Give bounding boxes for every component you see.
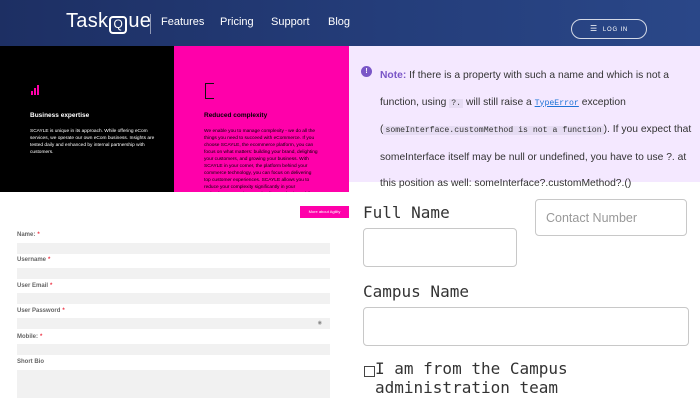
- logo-divider: [150, 14, 151, 34]
- feature-title: Reduced complexity: [204, 112, 268, 119]
- bar-chart-icon: [31, 83, 41, 95]
- feature-title: Business expertise: [30, 112, 90, 119]
- name-input[interactable]: [17, 243, 330, 254]
- logo-q-mark: Q: [109, 16, 128, 34]
- feature-description: SCAYLE is unique in its approach. While …: [30, 129, 155, 155]
- field-label-name: Name: *: [17, 232, 40, 238]
- short-bio-textarea[interactable]: [17, 370, 330, 398]
- bracket-icon: [205, 83, 214, 99]
- user-password-input[interactable]: ◉: [17, 318, 330, 329]
- feature-reduced-complexity: Reduced complexity We enable you to mana…: [174, 46, 349, 211]
- nav-blog[interactable]: Blog: [328, 16, 350, 28]
- admin-team-checkbox[interactable]: [364, 366, 375, 377]
- user-email-input[interactable]: [17, 293, 330, 304]
- field-label-user-email: User Email *: [17, 283, 53, 289]
- feature-business-expertise: Business expertise SCAYLE is unique in i…: [0, 46, 174, 192]
- login-button[interactable]: ☰ LOG IN: [571, 19, 647, 39]
- mobile-input[interactable]: [17, 344, 330, 355]
- top-navbar: Task Que Features Pricing Support Blog ☰ L…: [0, 0, 700, 46]
- nav-pricing[interactable]: Pricing: [220, 16, 254, 28]
- eye-icon[interactable]: ◉: [318, 320, 322, 326]
- admin-team-label[interactable]: I am from the Campus administration team: [375, 359, 700, 397]
- username-input[interactable]: [17, 268, 330, 279]
- full-name-input[interactable]: [363, 228, 517, 267]
- inline-code: ?.: [449, 98, 464, 108]
- nav-features[interactable]: Features: [161, 16, 204, 28]
- campus-name-input[interactable]: [363, 307, 689, 346]
- field-label-mobile: Mobile: *: [17, 334, 43, 340]
- full-name-label: Full Name: [363, 203, 450, 222]
- note-text: Note: If there is a property with such a…: [380, 70, 692, 189]
- contact-number-input[interactable]: Contact Number: [535, 199, 687, 236]
- nav-support[interactable]: Support: [271, 16, 310, 28]
- taskque-logo[interactable]: Task Que: [66, 10, 152, 34]
- inline-code: someInterface.customMethod is not a func…: [383, 126, 604, 135]
- field-label-username: Username *: [17, 257, 51, 263]
- login-label: LOG IN: [602, 27, 629, 33]
- login-icon: ☰: [589, 24, 598, 33]
- logo-text-end: ue: [128, 10, 152, 32]
- field-label-short-bio: Short Bio: [17, 359, 44, 365]
- more-about-agility-button[interactable]: More about Agility: [300, 206, 349, 218]
- campus-name-label: Campus Name: [363, 282, 469, 301]
- typeerror-link[interactable]: TypeError: [535, 99, 579, 108]
- signup-form: Name: * Username * User Email * User Passwo…: [0, 230, 349, 400]
- note-label: Note:: [380, 70, 407, 81]
- field-label-user-password: User Password *: [17, 308, 65, 314]
- note-callout: ! Note: If there is a property with such…: [349, 46, 700, 189]
- info-icon: !: [361, 66, 372, 77]
- logo-text-start: Task: [66, 10, 109, 32]
